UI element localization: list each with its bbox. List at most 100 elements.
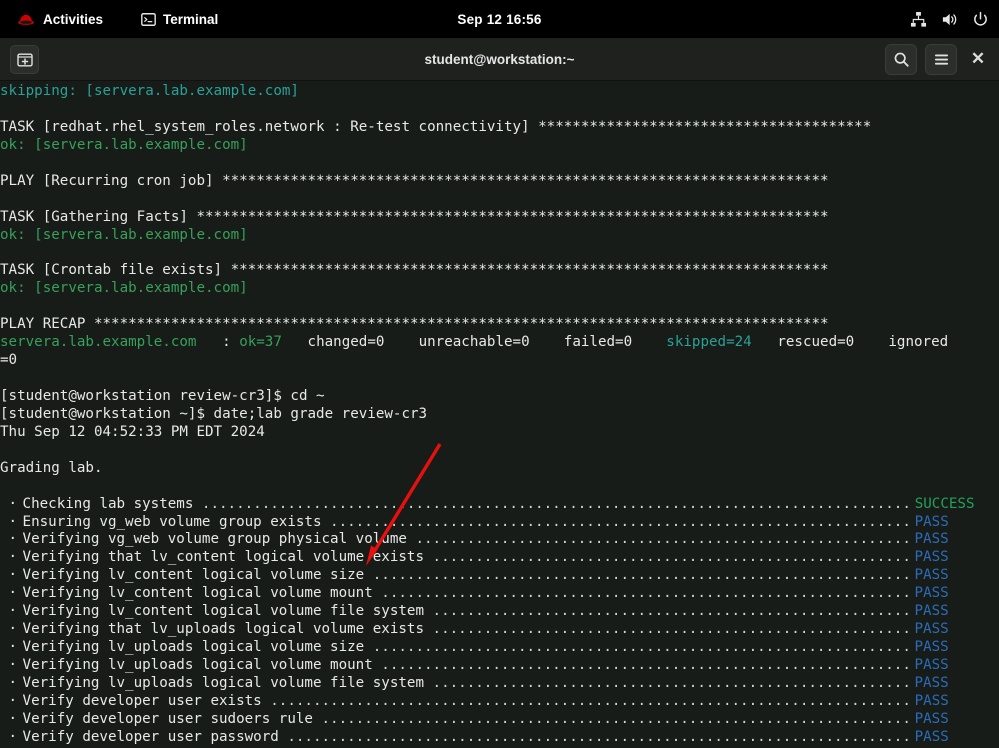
window-title: student@workstation:~	[0, 52, 999, 67]
grading-check-row: · Verify developer user exists .........…	[0, 693, 999, 711]
dot-leader: ........................................…	[433, 603, 909, 621]
dot-leader: ........................................…	[433, 621, 909, 639]
terminal-line: TASK [Gathering Facts] *****************…	[0, 209, 999, 227]
grading-check-row: · Verifying that lv_uploads logical volu…	[0, 621, 999, 639]
terminal-line: skipping: [servera.lab.example.com]	[0, 83, 999, 101]
terminal-blank-line	[0, 244, 999, 262]
terminal-text: skipping: [servera.lab.example.com]	[0, 83, 299, 99]
dot-leader: ........................................…	[373, 639, 909, 657]
power-icon	[972, 11, 989, 28]
terminal-blank-line	[0, 478, 999, 496]
terminal-blank-line	[0, 191, 999, 209]
bullet-icon: ·	[0, 675, 14, 693]
dot-leader: ........................................…	[270, 693, 908, 711]
terminal-text: changed=0 unreachable=0 failed=0	[282, 334, 666, 350]
close-window-button[interactable]: ✕	[965, 45, 991, 74]
network-icon	[910, 11, 927, 28]
header-left-group	[10, 45, 39, 74]
check-result-badge: PASS	[915, 639, 949, 657]
terminal-text: :	[196, 334, 239, 350]
new-tab-icon	[17, 52, 33, 67]
grading-check-row: · Verify developer user sudoers rule ...…	[0, 711, 999, 729]
terminal-text: ok: [servera.lab.example.com]	[0, 137, 248, 153]
bullet-icon: ·	[0, 514, 14, 532]
terminal-text: ok: [servera.lab.example.com]	[0, 227, 248, 243]
terminal-output[interactable]: skipping: [servera.lab.example.com] TASK…	[0, 81, 999, 748]
terminal-line: servera.lab.example.com : ok=37 changed=…	[0, 334, 999, 352]
check-label: Verify developer user exists	[14, 693, 270, 711]
terminal-text: TASK [Gathering Facts] *****************…	[0, 209, 829, 225]
grading-check-row: · Verifying lv_uploads logical volume mo…	[0, 657, 999, 675]
check-label: Verifying vg_web volume group physical v…	[14, 531, 415, 549]
window-header-bar: student@workstation:~ ✕	[0, 38, 999, 81]
terminal-text: ok: [servera.lab.example.com]	[0, 280, 248, 296]
check-label: Verifying lv_content logical volume size	[14, 567, 373, 585]
terminal-line: PLAY [Recurring cron job] **************…	[0, 173, 999, 191]
grading-check-row: · Verifying vg_web volume group physical…	[0, 531, 999, 549]
check-result-badge: PASS	[915, 711, 949, 729]
check-label: Verifying that lv_uploads logical volume…	[14, 621, 433, 639]
dot-leader: ........................................…	[287, 729, 908, 747]
terminal-text: TASK [Crontab file exists] *************…	[0, 262, 829, 278]
check-result-badge: PASS	[915, 531, 949, 549]
terminal-line: PLAY RECAP *****************************…	[0, 316, 999, 334]
volume-icon	[941, 11, 958, 28]
check-label: Verifying lv_uploads logical volume file…	[14, 675, 433, 693]
check-result-badge: PASS	[915, 657, 949, 675]
terminal-text: rescued=0 ignored	[752, 334, 948, 350]
grading-check-row: · Ensuring vg_web volume group exists ..…	[0, 514, 999, 532]
search-icon	[893, 51, 910, 68]
check-label: Verifying that lv_content logical volume…	[14, 549, 433, 567]
terminal-text: Grading lab.	[0, 460, 103, 476]
check-label: Checking lab systems	[14, 496, 202, 514]
terminal-blank-line	[0, 155, 999, 173]
terminal-line: =0	[0, 352, 999, 370]
system-status-area[interactable]	[910, 11, 989, 28]
bullet-icon: ·	[0, 496, 14, 514]
dot-leader: ........................................…	[373, 567, 909, 585]
terminal-line: Thu Sep 12 04:52:33 PM EDT 2024	[0, 424, 999, 442]
check-label: Verifying lv_content logical volume moun…	[14, 585, 381, 603]
terminal-text: ok=37	[239, 334, 282, 350]
check-result-badge: SUCCESS	[915, 496, 975, 514]
check-result-badge: PASS	[914, 549, 948, 567]
bullet-icon: ·	[0, 531, 14, 549]
terminal-line: [student@workstation ~]$ date;lab grade …	[0, 406, 999, 424]
clock[interactable]: Sep 12 16:56	[0, 12, 999, 27]
terminal-line: ok: [servera.lab.example.com]	[0, 137, 999, 155]
menu-button[interactable]	[925, 44, 957, 75]
terminal-text: skipped=24	[666, 334, 751, 350]
bullet-icon: ·	[0, 693, 14, 711]
bullet-icon: ·	[0, 639, 14, 657]
dot-leader: ........................................…	[433, 675, 909, 693]
terminal-text: PLAY [Recurring cron job] **************…	[0, 173, 829, 189]
hamburger-menu-icon	[933, 52, 950, 67]
bullet-icon: ·	[0, 585, 14, 603]
terminal-text: Thu Sep 12 04:52:33 PM EDT 2024	[0, 424, 265, 440]
check-result-badge: PASS	[915, 585, 949, 603]
terminal-text: [student@workstation review-cr3]$ cd ~	[0, 388, 325, 404]
new-tab-button[interactable]	[10, 45, 39, 74]
header-right-group: ✕	[885, 44, 991, 75]
dot-leader: ........................................…	[433, 549, 909, 567]
terminal-text: servera.lab.example.com	[0, 334, 196, 350]
terminal-text: =0	[0, 352, 17, 368]
search-button[interactable]	[885, 44, 917, 75]
grading-check-row: · Verify developer user password .......…	[0, 729, 999, 747]
dot-leader: ........................................…	[202, 496, 909, 514]
check-result-badge: PASS	[915, 693, 949, 711]
check-result-badge: PASS	[914, 603, 948, 621]
check-result-badge: PASS	[914, 675, 948, 693]
check-label: Verifying lv_uploads logical volume size	[14, 639, 373, 657]
terminal-text: PLAY RECAP *****************************…	[0, 316, 829, 332]
bullet-icon: ·	[0, 621, 14, 639]
bullet-icon: ·	[0, 729, 14, 747]
bullet-icon: ·	[0, 603, 14, 621]
grading-check-row: · Verifying lv_uploads logical volume si…	[0, 639, 999, 657]
dot-leader: ........................................…	[415, 531, 908, 549]
grading-check-row: · Verifying lv_content logical volume fi…	[0, 603, 999, 621]
check-label: Verify developer user sudoers rule	[14, 711, 322, 729]
terminal-text: [student@workstation ~]$ date;lab grade …	[0, 406, 427, 422]
check-label: Ensuring vg_web volume group exists	[14, 514, 330, 532]
dot-leader: ........................................…	[381, 585, 908, 603]
